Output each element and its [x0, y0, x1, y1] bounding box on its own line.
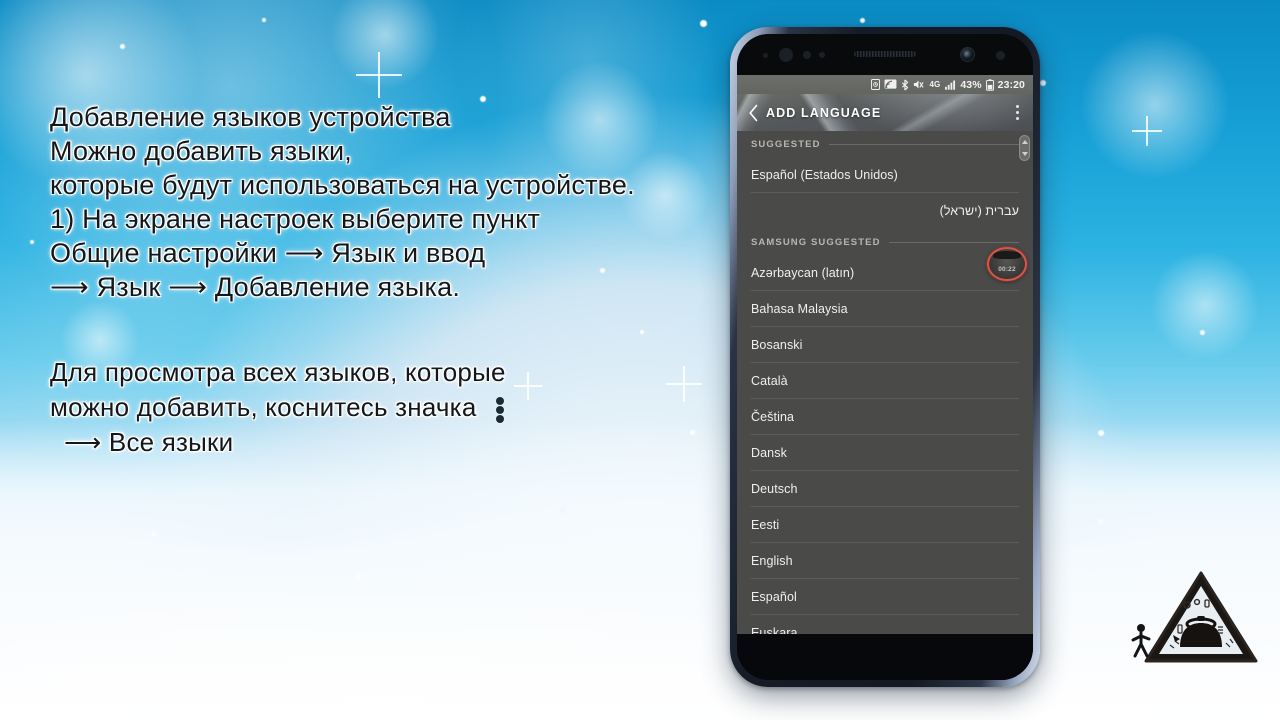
instruction-line: 1) На экране настроек выберите пункт	[50, 204, 541, 234]
snowflake	[640, 330, 644, 334]
bluetooth-icon	[902, 79, 909, 90]
language-label: Bosanski	[751, 338, 803, 352]
overflow-menu-icon	[495, 396, 505, 424]
snowflake	[700, 20, 707, 27]
list-item[interactable]: Dansk	[737, 435, 1033, 471]
walking-person-icon	[1130, 623, 1152, 659]
alarm-icon	[871, 79, 881, 90]
language-label: Español	[751, 590, 797, 604]
section-divider	[828, 143, 1019, 145]
snowflake	[30, 240, 34, 244]
instruction-text-block: Добавление языков устройства Можно добав…	[50, 100, 740, 304]
section-header-samsung-suggested: SAMSUNG SUGGESTED	[737, 229, 1033, 255]
network-type-label: 4G	[929, 80, 941, 89]
list-item[interactable]: Bosanski	[737, 327, 1033, 363]
sensor-icon	[803, 51, 811, 59]
instruction-line: Добавление языков устройства	[50, 102, 451, 132]
screen-recorder-icon[interactable]: 00:22	[987, 247, 1027, 281]
list-item[interactable]: Español	[737, 579, 1033, 615]
list-item[interactable]: Euskara	[737, 615, 1033, 634]
snowflake	[120, 44, 125, 49]
instruction-text-block-secondary: Для просмотра всех языков, которые можно…	[50, 355, 690, 460]
instruction-line: можно добавить, коснитесь значка	[50, 390, 690, 425]
instruction-line-text: можно добавить, коснитесь значка	[50, 392, 477, 422]
sensor-icon	[996, 51, 1005, 60]
warning-triangle-kettle-logo	[1131, 569, 1260, 665]
chevron-up-icon	[1021, 140, 1028, 144]
sparkle-icon	[1132, 116, 1162, 146]
snowflake	[262, 18, 266, 22]
screen-cast-icon	[884, 79, 897, 89]
language-label: Eesti	[751, 518, 780, 532]
language-label: Dansk	[751, 446, 787, 460]
phone-screen-area: 4G 43% 23:20 ADD LANGUAGE 00:22 SUGGESTE…	[737, 34, 1033, 680]
status-bar: 4G 43% 23:20	[737, 75, 1033, 94]
section-divider	[888, 241, 1019, 243]
instruction-line: которые будут использоваться на устройст…	[50, 170, 635, 200]
bokeh-blob	[1150, 250, 1260, 360]
list-item[interactable]: Català	[737, 363, 1033, 399]
list-item[interactable]: Español (Estados Unidos)	[737, 157, 1033, 193]
language-label: English	[751, 554, 793, 568]
phone-mockup: 4G 43% 23:20 ADD LANGUAGE 00:22 SUGGESTE…	[730, 27, 1040, 687]
snowflake	[860, 18, 865, 23]
language-label: Čeština	[751, 410, 795, 424]
list-item[interactable]: Bahasa Malaysia	[737, 291, 1033, 327]
sensor-icon	[763, 53, 768, 58]
instruction-line: ⟶ Все языки	[64, 427, 234, 457]
language-label: Bahasa Malaysia	[751, 302, 848, 316]
section-header-label: SAMSUNG SUGGESTED	[751, 236, 881, 248]
overflow-menu-icon[interactable]	[1010, 94, 1024, 131]
bokeh-blob	[1080, 30, 1230, 180]
instruction-line: ⟶ Язык ⟶ Добавление языка.	[50, 272, 461, 302]
earpiece-speaker	[854, 51, 916, 57]
language-label: Español (Estados Unidos)	[751, 168, 898, 182]
phone-top-bezel	[737, 34, 1033, 75]
back-chevron-icon[interactable]	[740, 94, 766, 131]
section-header-suggested: SUGGESTED	[737, 131, 1033, 157]
snowflake	[1040, 80, 1046, 86]
instruction-line: Для просмотра всех языков, которые	[50, 357, 506, 387]
scroll-thumb-icon[interactable]	[1019, 135, 1030, 161]
list-item[interactable]: עברית (ישראל)	[737, 193, 1033, 229]
list-item[interactable]: Čeština	[737, 399, 1033, 435]
language-label: עברית (ישראל)	[939, 204, 1019, 218]
snow-bank	[0, 420, 1280, 720]
app-bar: ADD LANGUAGE	[737, 94, 1033, 131]
language-label: Deutsch	[751, 482, 798, 496]
bokeh-blob	[330, 0, 440, 90]
language-label: Català	[751, 374, 788, 388]
list-item[interactable]: Deutsch	[737, 471, 1033, 507]
camera-iris	[964, 51, 971, 58]
chevron-down-icon	[1021, 152, 1028, 156]
sensor-icon	[819, 52, 825, 58]
signal-bars-icon	[945, 80, 956, 90]
list-item[interactable]: Eesti	[737, 507, 1033, 543]
mute-icon	[914, 80, 924, 89]
phone-bottom-bezel	[737, 634, 1033, 680]
snowflake	[1200, 330, 1205, 335]
instruction-line: Общие настройки ⟶ Язык и ввод	[50, 238, 486, 268]
language-label: Euskara	[751, 626, 798, 634]
clock-label: 23:20	[997, 78, 1025, 91]
language-label: Azərbaycan (latın)	[751, 266, 855, 280]
battery-percent-label: 43%	[960, 78, 982, 91]
recorder-elapsed-label: 00:22	[998, 266, 1016, 273]
proximity-sensor-icon	[779, 48, 793, 62]
list-item[interactable]: English	[737, 543, 1033, 579]
page-title: ADD LANGUAGE	[766, 105, 882, 120]
battery-icon	[985, 78, 994, 91]
section-header-label: SUGGESTED	[751, 138, 821, 150]
instruction-line: Можно добавить языки,	[50, 136, 352, 166]
sparkle-icon	[356, 52, 402, 98]
android-screen: 4G 43% 23:20 ADD LANGUAGE 00:22 SUGGESTE…	[737, 75, 1033, 634]
language-list[interactable]: 00:22 SUGGESTED Español (Estados Unidos)…	[737, 131, 1033, 634]
